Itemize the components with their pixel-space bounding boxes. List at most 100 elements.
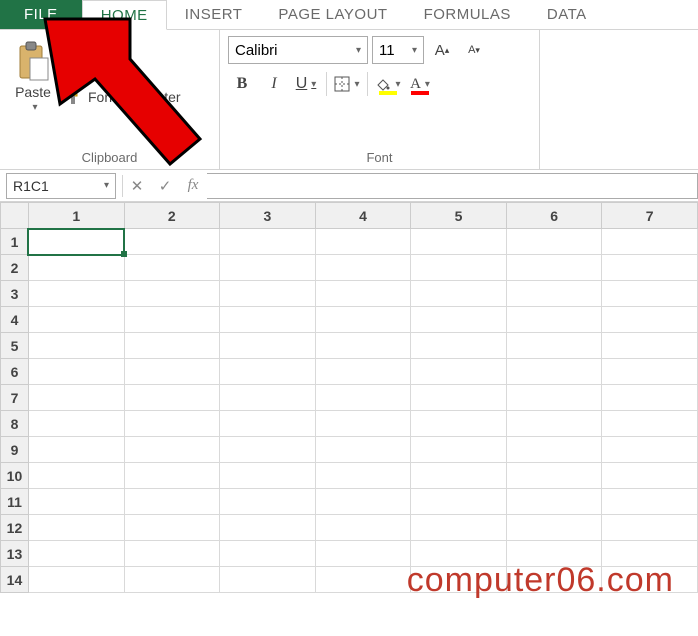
row-header[interactable]: 3: [1, 281, 29, 307]
cell[interactable]: [602, 333, 698, 359]
cell[interactable]: [124, 229, 220, 255]
cell[interactable]: [315, 411, 411, 437]
cell[interactable]: [28, 411, 124, 437]
cell[interactable]: [28, 255, 124, 281]
row-header[interactable]: 11: [1, 489, 29, 515]
cell[interactable]: [220, 489, 316, 515]
row-header[interactable]: 4: [1, 307, 29, 333]
fill-color-button[interactable]: ▾: [374, 70, 402, 98]
decrease-font-button[interactable]: A▾: [460, 36, 488, 64]
cell[interactable]: [220, 463, 316, 489]
column-header[interactable]: 6: [506, 203, 602, 229]
underline-button[interactable]: U▾: [292, 70, 320, 98]
cell[interactable]: [315, 281, 411, 307]
cell[interactable]: [411, 281, 507, 307]
cell[interactable]: [602, 489, 698, 515]
cell[interactable]: [602, 463, 698, 489]
cell[interactable]: [315, 229, 411, 255]
cell[interactable]: [602, 229, 698, 255]
cell[interactable]: [602, 307, 698, 333]
cell[interactable]: [220, 307, 316, 333]
tab-file[interactable]: FILE: [0, 0, 82, 29]
cell[interactable]: [220, 281, 316, 307]
cell[interactable]: [315, 567, 411, 593]
formula-input[interactable]: [207, 173, 698, 199]
cell[interactable]: [28, 385, 124, 411]
cell[interactable]: [315, 463, 411, 489]
cell[interactable]: [28, 281, 124, 307]
name-box[interactable]: R1C1 ▾: [6, 173, 116, 199]
font-color-button[interactable]: A ▾: [406, 70, 434, 98]
row-header[interactable]: 12: [1, 515, 29, 541]
cut-button[interactable]: Cut: [64, 40, 181, 58]
cell[interactable]: [411, 437, 507, 463]
increase-font-button[interactable]: A▴: [428, 36, 456, 64]
cell[interactable]: [28, 359, 124, 385]
cell[interactable]: [506, 515, 602, 541]
cell[interactable]: [315, 515, 411, 541]
cell[interactable]: [220, 437, 316, 463]
cell[interactable]: [28, 541, 124, 567]
column-header[interactable]: 7: [602, 203, 698, 229]
cell[interactable]: [28, 229, 124, 255]
cell[interactable]: [124, 333, 220, 359]
cell[interactable]: [602, 255, 698, 281]
cell[interactable]: [411, 489, 507, 515]
cell[interactable]: [506, 255, 602, 281]
cell[interactable]: [411, 255, 507, 281]
row-header[interactable]: 8: [1, 411, 29, 437]
cell[interactable]: [315, 437, 411, 463]
cell[interactable]: [220, 411, 316, 437]
cell[interactable]: [602, 515, 698, 541]
column-header[interactable]: 1: [28, 203, 124, 229]
cell[interactable]: [124, 307, 220, 333]
cell[interactable]: [315, 541, 411, 567]
cell[interactable]: [506, 359, 602, 385]
font-size-select[interactable]: 11 ▾: [372, 36, 424, 64]
cell[interactable]: [124, 385, 220, 411]
row-header[interactable]: 5: [1, 333, 29, 359]
cell[interactable]: [506, 281, 602, 307]
cell[interactable]: [124, 541, 220, 567]
row-header[interactable]: 1: [1, 229, 29, 255]
cell[interactable]: [411, 307, 507, 333]
cell[interactable]: [506, 333, 602, 359]
cell[interactable]: [124, 437, 220, 463]
cell[interactable]: [506, 229, 602, 255]
row-header[interactable]: 7: [1, 385, 29, 411]
format-painter-button[interactable]: Format Painter: [64, 88, 181, 106]
cell[interactable]: [124, 281, 220, 307]
tab-page-layout[interactable]: PAGE LAYOUT: [260, 0, 405, 29]
borders-button[interactable]: ▾: [333, 70, 361, 98]
cell[interactable]: [315, 359, 411, 385]
cell[interactable]: [220, 567, 316, 593]
column-header[interactable]: 4: [315, 203, 411, 229]
cell[interactable]: [28, 489, 124, 515]
bold-button[interactable]: B: [228, 70, 256, 98]
cell[interactable]: [602, 359, 698, 385]
cell[interactable]: [315, 333, 411, 359]
tab-home[interactable]: HOME: [82, 0, 167, 30]
tab-formulas[interactable]: FORMULAS: [406, 0, 529, 29]
tab-insert[interactable]: INSERT: [167, 0, 261, 29]
tab-data[interactable]: DATA: [529, 0, 605, 29]
cell[interactable]: [315, 307, 411, 333]
cell[interactable]: [220, 229, 316, 255]
enter-formula-button[interactable]: ✓: [151, 173, 179, 199]
cell[interactable]: [506, 437, 602, 463]
cell[interactable]: [315, 489, 411, 515]
cell[interactable]: [315, 255, 411, 281]
column-header[interactable]: 5: [411, 203, 507, 229]
cell[interactable]: [220, 255, 316, 281]
column-header[interactable]: 3: [220, 203, 316, 229]
cell[interactable]: [506, 307, 602, 333]
row-header[interactable]: 10: [1, 463, 29, 489]
cell[interactable]: [124, 515, 220, 541]
cell[interactable]: [124, 411, 220, 437]
cell[interactable]: [602, 281, 698, 307]
cell[interactable]: [411, 333, 507, 359]
cell[interactable]: [602, 437, 698, 463]
cancel-formula-button[interactable]: ✕: [123, 173, 151, 199]
cell[interactable]: [602, 385, 698, 411]
cell[interactable]: [220, 359, 316, 385]
